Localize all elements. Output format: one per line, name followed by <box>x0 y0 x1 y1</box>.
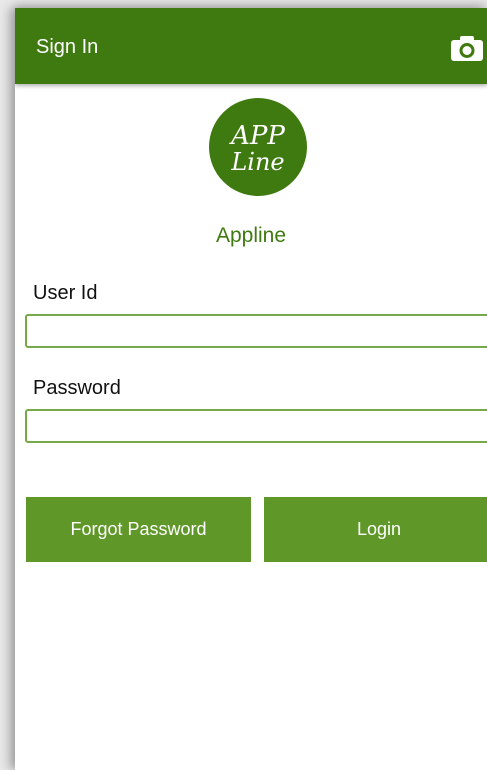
user-id-label: User Id <box>33 282 98 304</box>
password-input[interactable] <box>25 409 487 443</box>
app-bar: Sign In <box>15 8 487 84</box>
forgot-password-button[interactable]: Forgot Password <box>26 497 251 562</box>
app-name: Appline <box>215 224 287 247</box>
login-button[interactable]: Login <box>264 497 487 562</box>
app-logo: APP Line <box>209 98 307 196</box>
page-title: Sign In <box>36 36 99 58</box>
logo-text-line2: Line <box>230 148 284 176</box>
camera-icon[interactable] <box>449 34 485 62</box>
sign-in-screen: Sign In APP Line Appline User Id Passwor… <box>15 8 487 770</box>
logo-text-line1: APP <box>229 121 285 151</box>
password-label: Password <box>33 377 121 399</box>
user-id-input[interactable] <box>25 314 487 348</box>
